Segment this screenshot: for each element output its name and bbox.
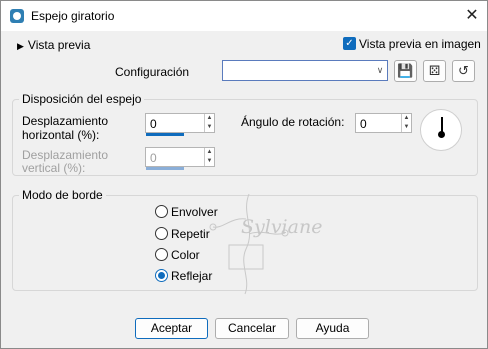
reset-button[interactable]: ↺ bbox=[452, 60, 475, 82]
v-offset-value: 0 bbox=[150, 151, 157, 165]
radio-repetir-label[interactable]: Repetir bbox=[171, 227, 210, 241]
rotation-label: Ángulo de rotación: bbox=[241, 115, 345, 129]
radio-reflejar-label[interactable]: Reflejar bbox=[171, 269, 212, 283]
radio-envolver-label[interactable]: Envolver bbox=[171, 205, 218, 219]
spinner-arrows-icon: ▲ ▼ bbox=[204, 148, 214, 166]
reset-icon: ↺ bbox=[458, 63, 469, 78]
rotation-dial[interactable] bbox=[420, 109, 462, 151]
expand-arrow-icon: ▶ bbox=[17, 41, 24, 51]
radio-reflejar[interactable] bbox=[155, 269, 168, 282]
spinner-arrows-icon[interactable]: ▲ ▼ bbox=[401, 114, 411, 132]
preview-toggle[interactable]: ▶ Vista previa bbox=[17, 38, 90, 52]
radio-color[interactable] bbox=[155, 248, 168, 261]
help-button[interactable]: Ayuda bbox=[296, 318, 369, 339]
h-offset-value: 0 bbox=[150, 117, 157, 131]
border-group-title: Modo de borde bbox=[19, 188, 106, 202]
v-offset-label-2: vertical (%): bbox=[22, 161, 86, 175]
v-offset-label-1: Desplazamiento bbox=[22, 148, 109, 162]
config-label: Configuración bbox=[115, 65, 190, 79]
watermark-text: Sylviane bbox=[241, 216, 323, 238]
window-title: Espejo giratorio bbox=[31, 9, 115, 23]
h-offset-spinner[interactable]: 0 ▲ ▼ bbox=[145, 113, 215, 136]
v-offset-slider bbox=[146, 167, 184, 170]
dialog-window: Espejo giratorio ✕ ▶ Vista previa ✓ Vista… bbox=[0, 0, 488, 349]
preview-on-image-label[interactable]: Vista previa en imagen bbox=[359, 37, 481, 51]
radio-repetir[interactable] bbox=[155, 227, 168, 240]
dial-hub-icon bbox=[438, 131, 445, 138]
chevron-down-icon: ∨ bbox=[376, 65, 384, 75]
save-icon: 💾 bbox=[397, 63, 414, 78]
title-bar: Espejo giratorio ✕ bbox=[1, 1, 487, 31]
random-icon: ⚄ bbox=[428, 63, 441, 78]
randomize-button[interactable]: ⚄ bbox=[423, 60, 446, 82]
h-offset-label-1: Desplazamiento bbox=[22, 114, 109, 128]
h-offset-slider[interactable] bbox=[146, 133, 184, 136]
preview-toggle-label: Vista previa bbox=[27, 38, 91, 52]
save-preset-button[interactable]: 💾 bbox=[394, 60, 417, 82]
cancel-button[interactable]: Cancelar bbox=[215, 318, 289, 339]
preview-on-image-checkbox[interactable]: ✓ bbox=[343, 37, 356, 50]
v-offset-spinner: 0 ▲ ▼ bbox=[145, 147, 215, 170]
mirror-group-title: Disposición del espejo bbox=[19, 92, 145, 106]
close-button[interactable]: ✕ bbox=[461, 5, 483, 27]
h-offset-label-2: horizontal (%): bbox=[22, 128, 100, 142]
rotation-spinner[interactable]: 0 ▲ ▼ bbox=[355, 113, 412, 133]
radio-envolver[interactable] bbox=[155, 205, 168, 218]
radio-color-label[interactable]: Color bbox=[171, 248, 200, 262]
app-icon bbox=[10, 9, 24, 23]
spinner-arrows-icon[interactable]: ▲ ▼ bbox=[204, 114, 214, 132]
config-dropdown[interactable]: ∨ bbox=[222, 60, 388, 81]
rotation-value: 0 bbox=[360, 117, 367, 131]
ok-button[interactable]: Aceptar bbox=[135, 318, 208, 339]
